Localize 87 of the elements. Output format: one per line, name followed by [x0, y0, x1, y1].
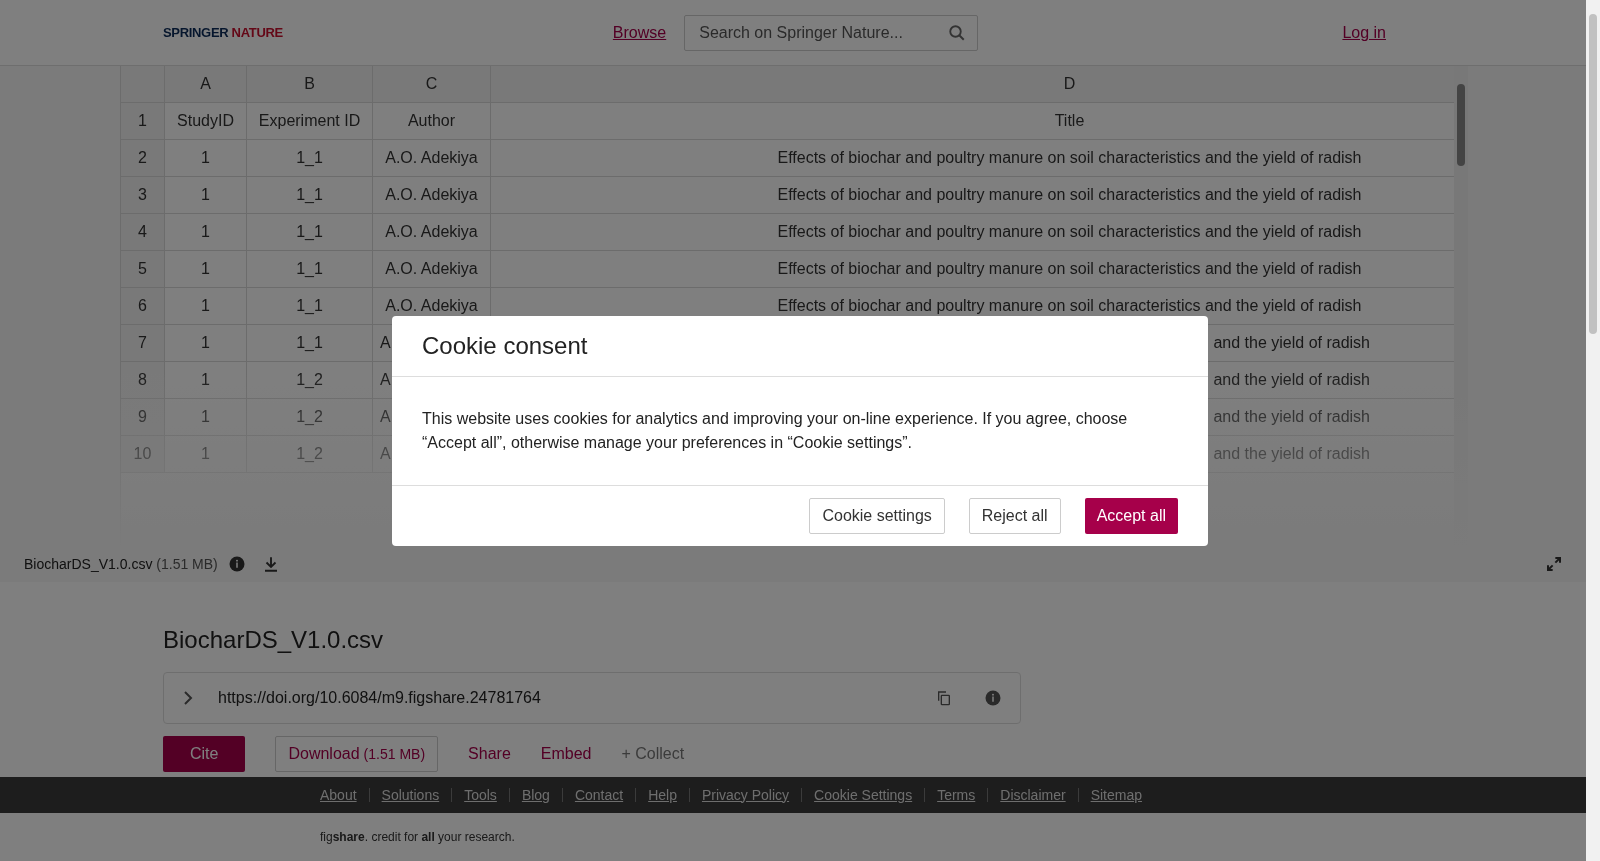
- footer-link[interactable]: Solutions: [381, 784, 440, 806]
- footer-link[interactable]: Terms: [937, 784, 976, 806]
- springer-nature-logo[interactable]: SPRINGER NATURE: [163, 22, 283, 43]
- dialog-text: This website uses cookies for analytics and improving your on-line experience. If you agree, choose “Accept all”, otherwise manage your preferences in “Cookie settings”.: [422, 409, 1129, 453]
- copy-icon[interactable]: [936, 690, 952, 706]
- footer-link[interactable]: Disclaimer: [1000, 784, 1066, 806]
- table-cell-text: 1_2: [296, 370, 323, 390]
- table-cell-text: 1_1: [296, 222, 323, 242]
- action-button[interactable]: + Collect: [621, 736, 685, 772]
- dialog-button[interactable]: Accept all: [1084, 498, 1178, 534]
- table-cell-text: Effects of biochar and poultry manure on soil characteristics and the yield of radish: [777, 222, 1362, 242]
- action-button[interactable]: Download (1.51 MB): [275, 736, 439, 772]
- footer-link[interactable]: Blog: [521, 784, 550, 806]
- table-cell-text: Effects of biochar and poultry manure on soil characteristics and the yield of radish: [777, 259, 1362, 279]
- table-cell-text: Effects of biochar and poultry manure on soil characteristics and the yield of radish: [777, 185, 1362, 205]
- action-button[interactable]: Embed: [540, 736, 592, 772]
- table-cell-text: StudyID: [177, 111, 234, 131]
- table-cell-text: 1: [201, 444, 210, 464]
- column-header[interactable]: C: [425, 72, 438, 96]
- table-cell-text: 1_1: [296, 296, 323, 316]
- table-cell-text: A: [380, 333, 391, 353]
- info-icon[interactable]: [984, 689, 1002, 707]
- table-cell-text: A: [380, 407, 391, 427]
- table-cell-text: and the yield of radish: [1213, 333, 1370, 353]
- file-name: BiocharDS_V1.0.csv (1.51 MB): [24, 554, 218, 574]
- column-header[interactable]: A: [200, 72, 211, 96]
- table-cell-text: 1: [201, 259, 210, 279]
- row-number: 7: [138, 333, 147, 353]
- footer-link[interactable]: Help: [648, 784, 677, 806]
- table-cell-text: A.O. Adekiya: [385, 259, 478, 279]
- column-header[interactable]: D: [1063, 72, 1076, 96]
- table-cell-text: A.O. Adekiya: [385, 296, 478, 316]
- file-title: BiocharDS_V1.0.csv: [163, 625, 385, 655]
- row-number: 3: [138, 185, 147, 205]
- dialog-button[interactable]: Cookie settings: [809, 498, 945, 534]
- table-cell-text: and the yield of radish: [1213, 370, 1370, 390]
- table-cell-text: A.O. Adekiya: [385, 222, 478, 242]
- table-cell-text: 1_1: [296, 185, 323, 205]
- table-cell-text: Effects of biochar and poultry manure on soil characteristics and the yield of radish: [777, 296, 1362, 316]
- table-cell-text: Title: [1054, 111, 1085, 131]
- login-link[interactable]: Log in: [1342, 20, 1386, 45]
- table-cell-text: Experiment ID: [258, 111, 361, 131]
- footer-link[interactable]: Contact: [574, 784, 624, 806]
- page-scrollbar[interactable]: [1586, 0, 1600, 861]
- table-cell-text: 1: [201, 222, 210, 242]
- footer-link[interactable]: Sitemap: [1090, 784, 1142, 806]
- table-cell-text: 1_1: [296, 259, 323, 279]
- chevron-right-icon[interactable]: [182, 690, 194, 706]
- table-cell-text: A: [380, 444, 391, 464]
- row-number: 9: [138, 407, 147, 427]
- table-cell-text: 1_2: [296, 407, 323, 427]
- table-cell-text: A.O. Adekiya: [385, 148, 478, 168]
- footer-link[interactable]: About: [320, 784, 357, 806]
- footer-tagline: figshare. credit for all your research.: [320, 829, 515, 846]
- table-cell-text: A.O. Adekiya: [385, 185, 478, 205]
- action-button[interactable]: Share: [468, 736, 511, 772]
- table-cell-text: 1: [201, 370, 210, 390]
- action-button[interactable]: Cite: [163, 736, 246, 772]
- row-number: 8: [138, 370, 147, 390]
- info-icon[interactable]: [227, 555, 246, 573]
- search-field[interactable]: Search on Springer Nature...: [684, 14, 979, 51]
- fullscreen-icon[interactable]: [1546, 556, 1562, 572]
- browse-link[interactable]: Browse: [612, 20, 667, 45]
- footer-link[interactable]: Tools: [464, 784, 497, 806]
- row-number: 4: [138, 222, 147, 242]
- dialog-button[interactable]: Reject all: [968, 498, 1061, 534]
- table-cell-text: 1: [201, 407, 210, 427]
- dialog-title: Cookie consent: [422, 331, 588, 361]
- table-cell-text: Effects of biochar and poultry manure on soil characteristics and the yield of radish: [777, 148, 1362, 168]
- table-cell-text: 1: [201, 333, 210, 353]
- table-cell-text: and the yield of radish: [1213, 407, 1370, 427]
- doi-link[interactable]: https://doi.org/10.6084/m9.figshare.24781764: [218, 686, 541, 710]
- table-cell-text: 1: [201, 296, 210, 316]
- footer-link[interactable]: Privacy Policy: [701, 784, 790, 806]
- footer-link[interactable]: Cookie Settings: [814, 784, 913, 806]
- table-cell-text: 1: [201, 185, 210, 205]
- table-cell-text: A: [380, 370, 391, 390]
- table-cell-text: 1: [201, 148, 210, 168]
- row-number: 6: [138, 296, 147, 316]
- table-cell-text: 1_1: [296, 333, 323, 353]
- search-icon[interactable]: [948, 23, 967, 42]
- row-number: 1: [138, 111, 147, 131]
- table-cell-text: 1_1: [296, 148, 323, 168]
- row-number: 5: [138, 259, 147, 279]
- column-header[interactable]: B: [304, 72, 315, 96]
- table-cell-text: Author: [407, 111, 456, 131]
- row-number: 2: [138, 148, 147, 168]
